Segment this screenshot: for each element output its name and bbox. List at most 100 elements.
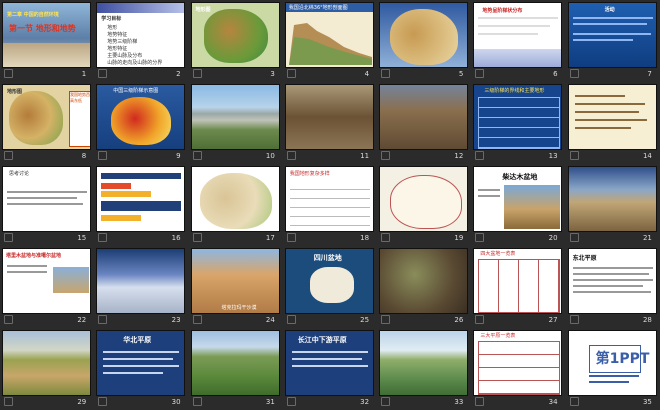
slide-thumbnail[interactable]: 华北平原 [96, 330, 186, 396]
slide-number: 7 [647, 70, 652, 78]
slide-thumbnail[interactable]: 地形图 [190, 2, 280, 68]
slide-33[interactable]: 33 [377, 328, 471, 410]
slide-18[interactable]: 我国地形复杂多样 18 [283, 164, 377, 246]
slide-number: 26 [454, 316, 464, 324]
profile-chart [288, 23, 372, 65]
slide-31[interactable]: 31 [189, 328, 283, 410]
slide-30[interactable]: 华北平原 30 [94, 328, 188, 410]
slide-20[interactable]: 柴达木盆地 20 [471, 164, 565, 246]
slide-7[interactable]: 活动 7 [566, 0, 660, 82]
transition-icon [475, 69, 485, 78]
slide-title: 我国沿北纬36°地形剖面图 [288, 5, 348, 11]
slide-5[interactable]: 5 [377, 0, 471, 82]
slide-number: 10 [265, 152, 275, 160]
slide-thumbnail[interactable] [96, 248, 186, 314]
decoration [103, 372, 164, 374]
decoration [7, 265, 47, 267]
slide-23[interactable]: 23 [94, 246, 188, 328]
map-shape [199, 173, 272, 229]
slide-thumbnail[interactable] [190, 330, 280, 396]
slide-3[interactable]: 地形图 3 [189, 0, 283, 82]
slide-28[interactable]: 东北平原 28 [566, 246, 660, 328]
slide-26[interactable]: 26 [377, 246, 471, 328]
slide-27[interactable]: 四大盆地一览表 27 [471, 246, 565, 328]
slide-title: 第一节 地形和地势 [9, 24, 76, 33]
slide-thumbnail[interactable] [190, 84, 280, 150]
slide-11[interactable]: 11 [283, 82, 377, 164]
slide-thumbnail[interactable]: 四大盆地一览表 [473, 248, 563, 314]
slide-15[interactable]: 思考讨论 15 [0, 164, 94, 246]
transition-icon [98, 233, 108, 242]
slide-thumbnail[interactable]: 东北平原 [567, 248, 657, 314]
slide-thumbnail[interactable] [567, 166, 657, 232]
decoration [574, 119, 647, 121]
slide-thumbnail[interactable]: 长江中下游平原 [284, 330, 374, 396]
transition-icon [98, 69, 108, 78]
slide-thumbnail[interactable] [190, 166, 280, 232]
slide-thumbnail[interactable] [379, 84, 469, 150]
slide-thumbnail[interactable] [379, 330, 469, 396]
slide-thumbnail[interactable]: 活动 [567, 2, 657, 68]
slide-thumbnail[interactable]: 第二章 中国的自然环境 第一节 地形和地势 [2, 2, 91, 68]
slide-14[interactable]: 14 [566, 82, 660, 164]
slide-13[interactable]: 三级阶梯的界线和主要地形 13 [471, 82, 565, 164]
slide-thumbnail[interactable]: 学习目标 地形 地势特征 地势三级阶梯 地形特征 主要山脉及分布 山脉的走向及山… [96, 2, 186, 68]
slide-number: 24 [265, 316, 275, 324]
slide-thumbnail[interactable]: 三大平原一览表 [473, 330, 563, 396]
decoration [291, 358, 362, 360]
slide-thumbnail[interactable] [379, 166, 469, 232]
slide-number: 15 [77, 234, 87, 242]
slide-thumbnail[interactable]: 第1PPT [567, 330, 657, 396]
slide-thumbnail[interactable] [379, 248, 469, 314]
slide-9[interactable]: 中国三级阶梯示意图 9 [94, 82, 188, 164]
slide-thumbnail[interactable]: 塔克拉玛干沙漠 [190, 248, 280, 314]
slide-thumbnail[interactable]: 柴达木盆地 [473, 166, 563, 232]
transition-icon [569, 397, 579, 406]
transition-icon [475, 233, 485, 242]
slide-10[interactable]: 10 [189, 82, 283, 164]
slide-thumbnail[interactable] [379, 2, 469, 68]
transition-icon [569, 151, 579, 160]
slide-thumbnail[interactable]: 我国地形复杂多样 [284, 166, 374, 232]
slide-thumbnail[interactable] [2, 330, 91, 396]
slide-19[interactable]: 19 [377, 164, 471, 246]
slide-thumbnail[interactable]: 中国三级阶梯示意图 [96, 84, 186, 150]
slide-32[interactable]: 长江中下游平原 32 [283, 328, 377, 410]
slide-thumbnail[interactable]: 塔里木盆地与准噶尔盆地 [2, 248, 91, 314]
slide-1[interactable]: 第二章 中国的自然环境 第一节 地形和地势 1 [0, 0, 94, 82]
slide-35[interactable]: 第1PPT 35 [566, 328, 660, 410]
slide-title: 地形图 [7, 89, 23, 95]
slide-thumbnail[interactable]: 我国沿北纬36°地形剖面图 [284, 2, 374, 68]
slide-25[interactable]: 四川盆地 25 [283, 246, 377, 328]
slide-thumbnail[interactable]: 思考讨论 [2, 166, 91, 232]
slide-thumbnail[interactable] [96, 166, 186, 232]
decoration [97, 3, 185, 13]
slide-12[interactable]: 12 [377, 82, 471, 164]
slide-22[interactable]: 塔里木盆地与准噶尔盆地 22 [0, 246, 94, 328]
slide-number: 33 [454, 398, 464, 406]
slide-34[interactable]: 三大平原一览表 34 [471, 328, 565, 410]
slide-6[interactable]: 地势呈阶梯状分布 6 [471, 0, 565, 82]
slide-thumbnail[interactable]: 地势呈阶梯状分布 [473, 2, 563, 68]
slide-2[interactable]: 学习目标 地形 地势特征 地势三级阶梯 地形特征 主要山脉及分布 山脉的走向及山… [94, 0, 188, 82]
slide-sorter-grid: 第二章 中国的自然环境 第一节 地形和地势 1 学习目标 地形 地势特征 地势三… [0, 0, 660, 410]
side-label: 我国地势西高东低 [69, 91, 90, 147]
slide-4[interactable]: 我国沿北纬36°地形剖面图 4 [283, 0, 377, 82]
slide-thumbnail[interactable]: 地形图 我国地势西高东低 [2, 84, 91, 150]
slide-thumbnail[interactable]: 三级阶梯的界线和主要地形 [473, 84, 563, 150]
slide-number: 31 [265, 398, 275, 406]
decoration [478, 25, 551, 27]
slide-17[interactable]: 17 [189, 164, 283, 246]
decoration [572, 23, 647, 25]
slide-29[interactable]: 29 [0, 328, 94, 410]
slide-line: 地势三级阶梯 [107, 39, 138, 45]
slide-8[interactable]: 地形图 我国地势西高东低 8 [0, 82, 94, 164]
slide-16[interactable]: 16 [94, 164, 188, 246]
slide-thumbnail[interactable]: 四川盆地 [284, 248, 374, 314]
photo [53, 267, 89, 293]
slide-24[interactable]: 塔克拉玛干沙漠 24 [189, 246, 283, 328]
slide-21[interactable]: 21 [566, 164, 660, 246]
slide-thumbnail[interactable] [284, 84, 374, 150]
slide-thumbnail[interactable] [567, 84, 657, 150]
decoration [478, 189, 501, 191]
